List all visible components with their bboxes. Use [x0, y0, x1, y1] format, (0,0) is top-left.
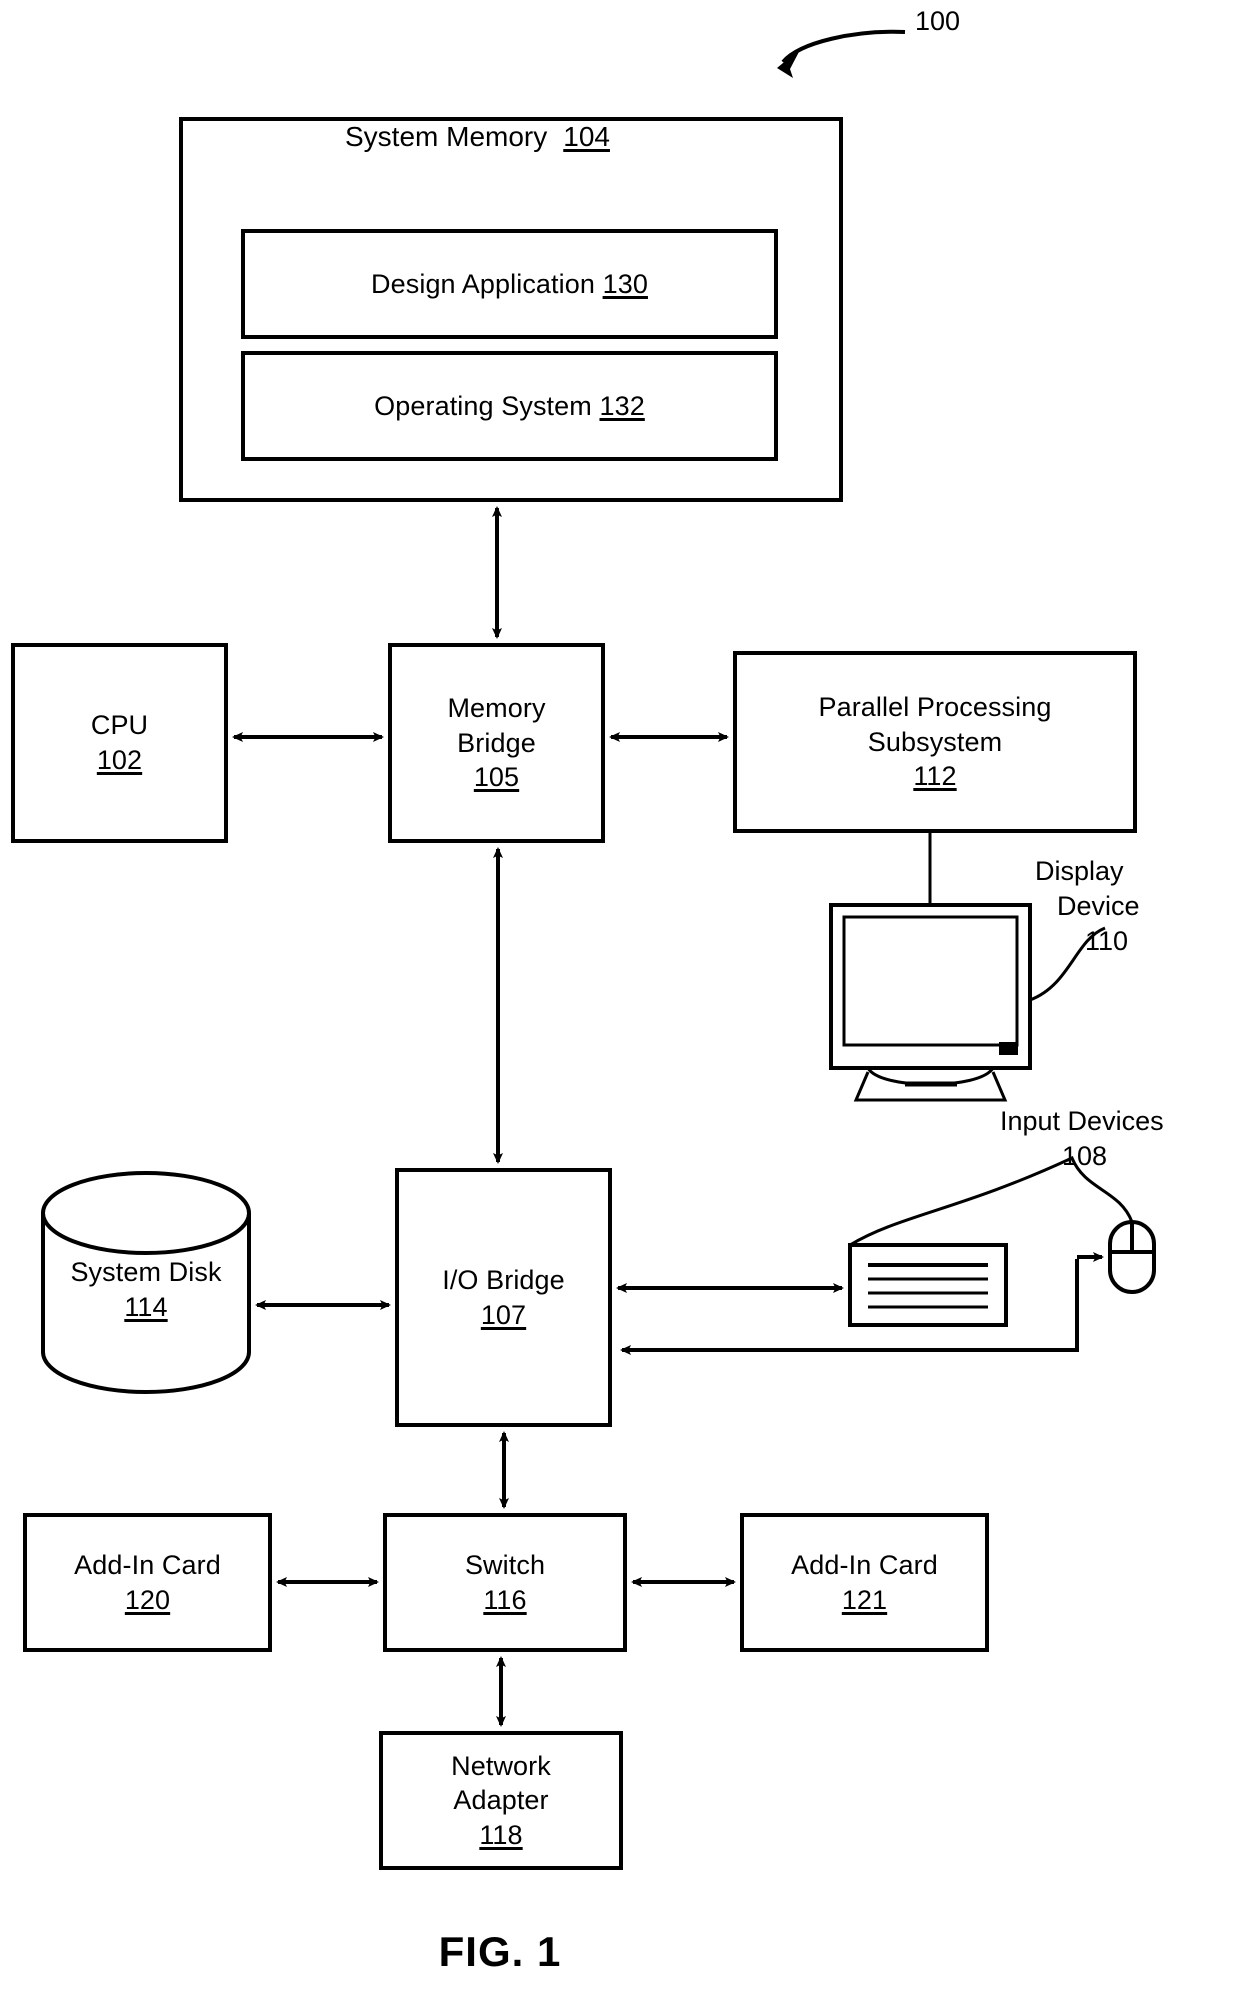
diagram-canvas — [11, 29, 1156, 1870]
system-disk-cylinder-top — [41, 1171, 251, 1255]
system-ref-label: 100 — [915, 4, 960, 39]
add-in-card-right-box — [740, 1513, 989, 1652]
io-bridge-box — [395, 1168, 612, 1427]
switch-box — [383, 1513, 627, 1652]
operating-system-box — [241, 351, 778, 461]
system-ref-value: 100 — [915, 6, 961, 36]
cpu-box — [11, 643, 228, 843]
system-memory-title: System Memory 104 — [345, 121, 610, 153]
system-ref-leader — [781, 29, 906, 64]
display-device-ref: 110 — [1085, 926, 1129, 957]
system-memory-ref: 104 — [563, 121, 610, 152]
system-memory-box — [179, 117, 843, 502]
memory-bridge-box — [388, 643, 605, 843]
display-device-label-line2: Device — [1057, 891, 1140, 922]
display-device-screen — [842, 915, 1019, 1047]
system-ref-arrowhead — [777, 48, 801, 78]
parallel-processing-subsystem-box — [733, 651, 1137, 833]
display-device-power-led — [999, 1042, 1018, 1055]
network-adapter-box — [379, 1731, 623, 1870]
display-device-label-group: Display Device 110 — [1035, 854, 1225, 959]
input-devices-label: Input Devices — [1000, 1106, 1164, 1136]
design-application-box — [241, 229, 778, 339]
figure-page: 100 System Memory 104 Design Application … — [0, 0, 1240, 2008]
input-devices-label-group: Input Devices 108 — [1000, 1104, 1240, 1174]
figure-caption: FIG. 1 — [438, 1928, 562, 1975]
system-memory-label: System Memory — [345, 121, 548, 152]
display-device-label-line1: Display — [1035, 856, 1124, 886]
input-devices-ref: 108 — [1062, 1141, 1108, 1172]
add-in-card-left-box — [23, 1513, 272, 1652]
keyboard-icon-body — [848, 1243, 1008, 1327]
